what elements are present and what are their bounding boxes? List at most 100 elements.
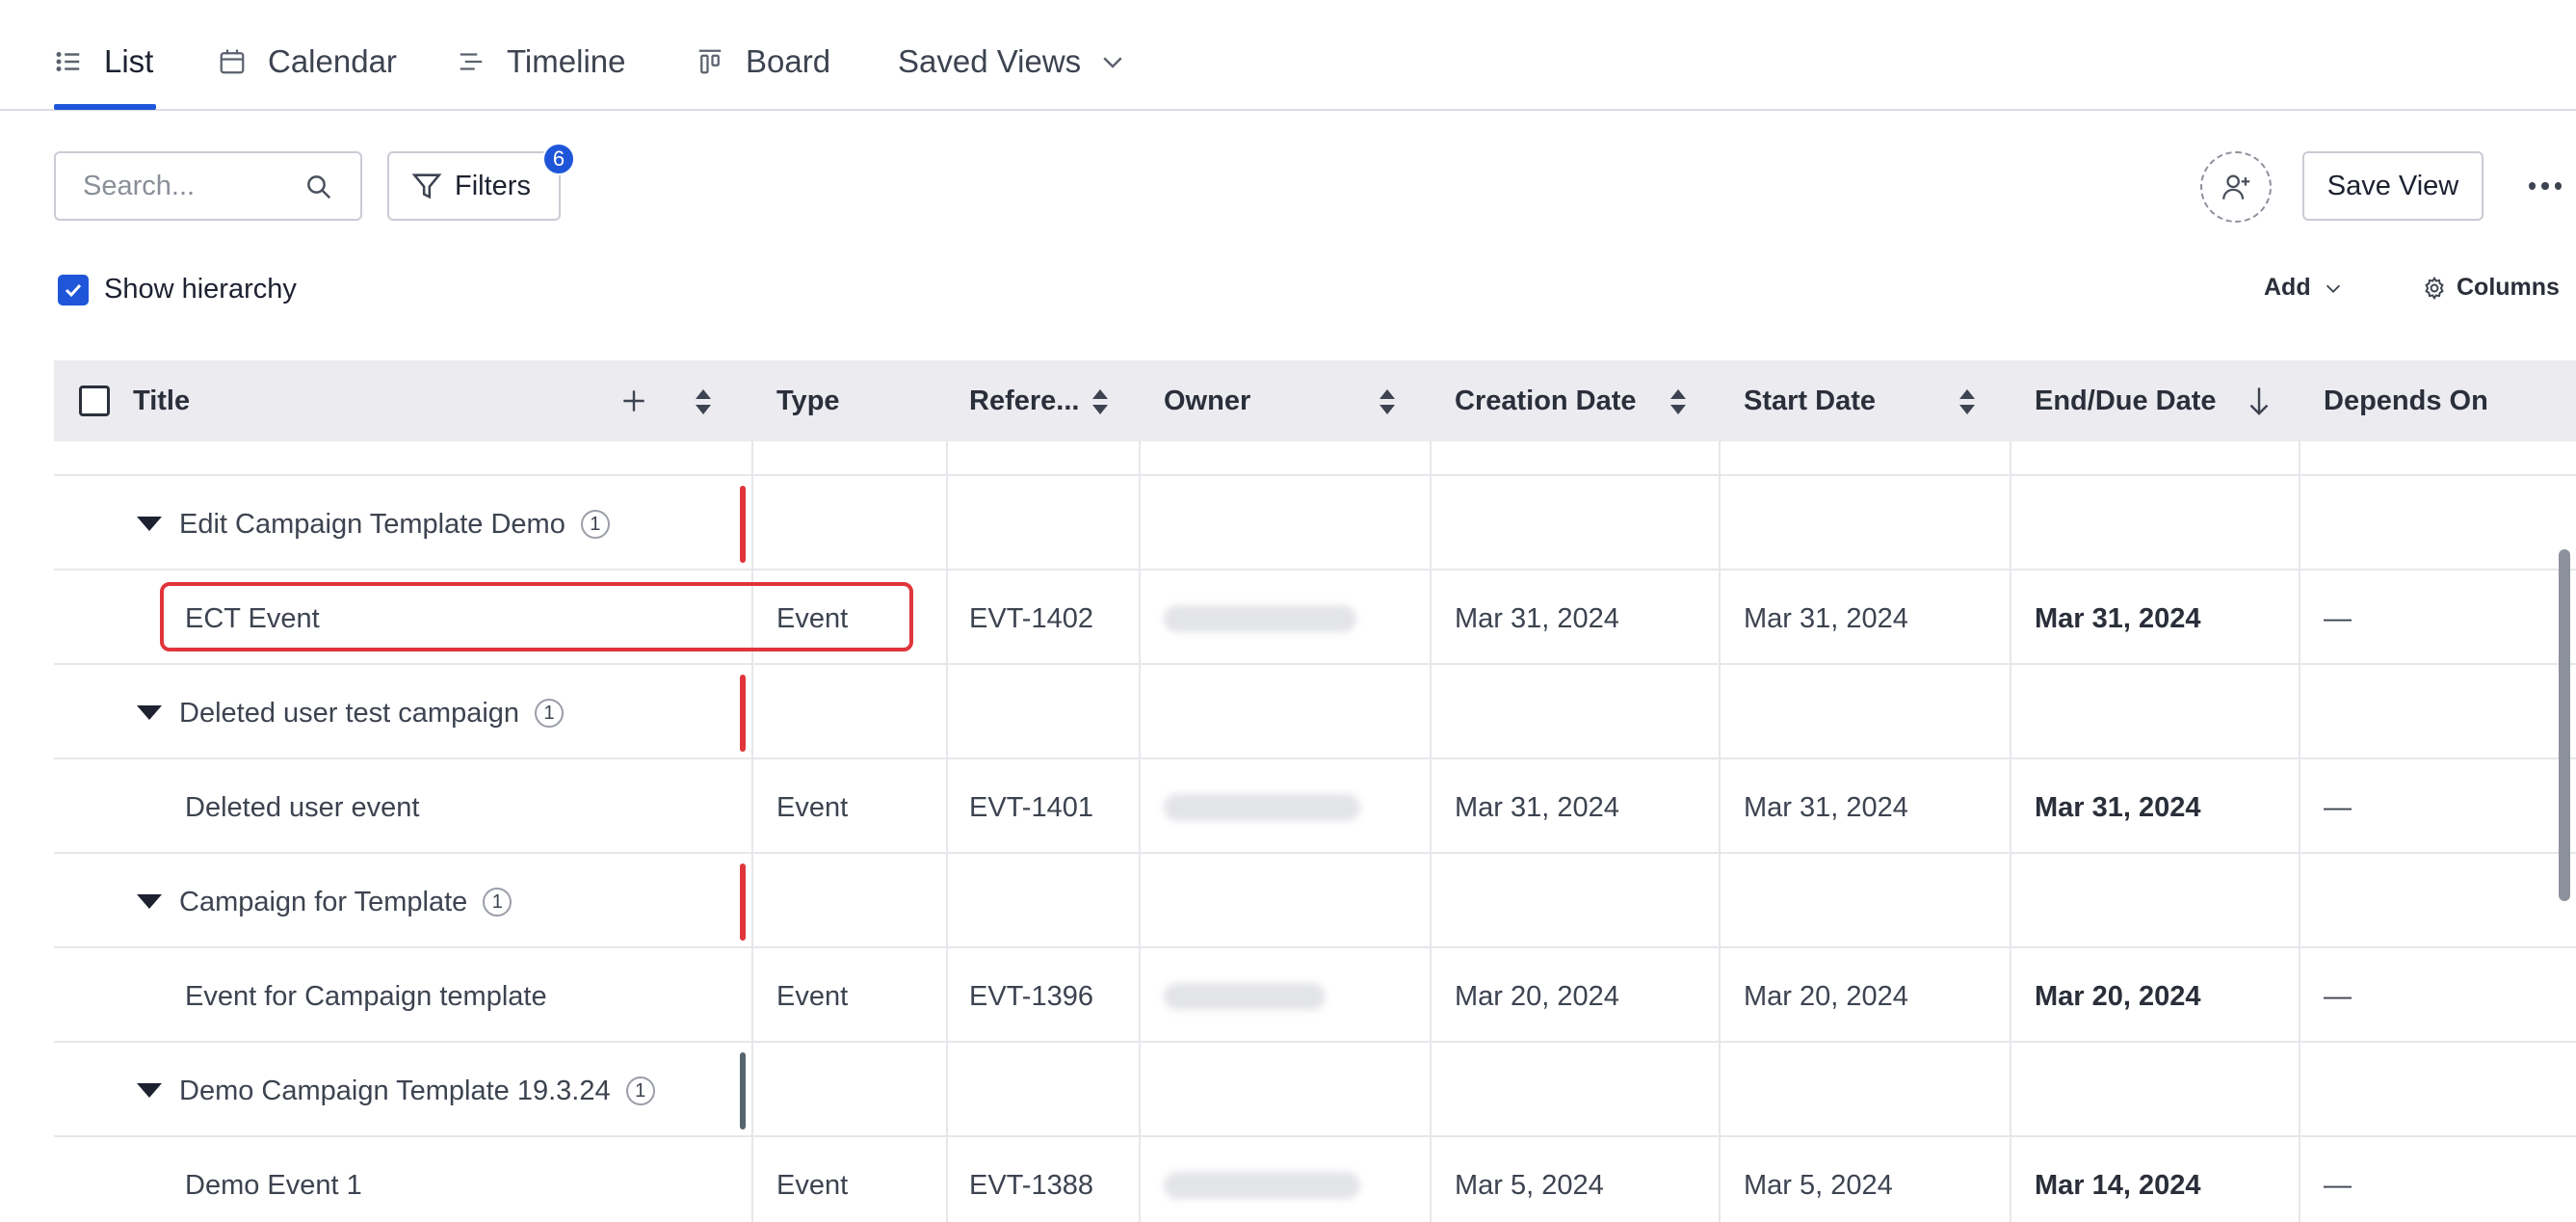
table-row[interactable]: Event for Campaign template Event EVT-13… (54, 950, 2576, 1043)
table-row[interactable]: Deleted user event Event EVT-1401 Mar 31… (54, 761, 2576, 854)
table-row-group[interactable]: Demo Campaign Template 19.3.24 1 (54, 1045, 2576, 1137)
item-type: Event (776, 791, 849, 823)
table-row-group[interactable]: Campaign for Template 1 (54, 856, 2576, 948)
columns-label: Columns (2457, 274, 2560, 301)
add-label: Add (2264, 274, 2311, 301)
status-color-bar (740, 863, 746, 941)
add-dropdown[interactable]: Add (2264, 274, 2344, 302)
item-title[interactable]: Deleted user event (185, 761, 419, 854)
tab-calendar-label: Calendar (268, 43, 397, 79)
timeline-icon (460, 53, 483, 70)
collapse-caret-icon[interactable] (137, 517, 162, 531)
item-type: Event (776, 1169, 849, 1201)
table-body: Edit Campaign Template Demo 1 ECT Event … (54, 441, 2576, 1222)
filters-button[interactable]: Filters (387, 151, 561, 221)
item-creation-date: Mar 31, 2024 (1455, 602, 1619, 634)
owner-avatar-blurred (1164, 1172, 1360, 1199)
collapse-caret-icon[interactable] (137, 705, 162, 720)
calendar-icon (220, 49, 245, 74)
tab-saved-views[interactable]: Saved Views (898, 37, 1127, 87)
add-user-button[interactable] (2200, 151, 2272, 223)
group-title: Campaign for Template 1 (179, 856, 513, 948)
item-creation-date: Mar 31, 2024 (1455, 791, 1619, 823)
gear-icon (2425, 276, 2444, 300)
item-type: Event (776, 602, 849, 634)
active-tab-indicator (54, 104, 156, 110)
table-row-group[interactable]: Edit Campaign Template Demo 1 (54, 478, 2576, 571)
item-depends-on: — (2324, 791, 2352, 823)
search-box (54, 151, 362, 221)
item-depends-on: — (2324, 980, 2352, 1012)
item-creation-date: Mar 20, 2024 (1455, 980, 1619, 1012)
more-options-icon[interactable] (2526, 172, 2564, 200)
item-end-date: Mar 31, 2024 (2035, 791, 2201, 823)
tab-timeline-label: Timeline (507, 43, 626, 79)
show-hierarchy-checkbox[interactable] (58, 275, 89, 306)
tab-timeline[interactable]: Timeline (457, 37, 625, 87)
tab-list-label: List (104, 43, 154, 79)
item-end-date: Mar 14, 2024 (2035, 1169, 2201, 1201)
vertical-scrollbar[interactable] (2559, 549, 2570, 901)
status-color-bar (740, 486, 746, 563)
table-row[interactable]: Demo Event 1 Event EVT-1388 Mar 5, 2024 … (54, 1139, 2576, 1222)
child-count-badge: 1 (625, 1076, 655, 1105)
collapse-caret-icon[interactable] (137, 1083, 162, 1098)
list-icon (56, 52, 80, 71)
show-hierarchy-label: Show hierarchy (104, 274, 297, 305)
checkmark-icon (65, 283, 82, 298)
child-count-badge: 1 (580, 510, 610, 539)
item-title[interactable]: ECT Event (185, 572, 320, 665)
item-owner (1164, 761, 1360, 854)
chevron-down-icon (1103, 57, 1122, 68)
items-table: Title Type Refere... Owner Creation Date… (54, 360, 2576, 1222)
table-row[interactable]: ECT Event Event EVT-1402 Mar 31, 2024 Ma… (54, 572, 2576, 665)
item-depends-on: — (2324, 602, 2352, 634)
filter-icon (411, 173, 442, 199)
item-owner (1164, 950, 1326, 1043)
owner-avatar-blurred (1164, 794, 1360, 821)
search-icon[interactable] (304, 173, 333, 201)
item-start-date: Mar 31, 2024 (1744, 791, 1908, 823)
add-user-icon (2222, 174, 2250, 199)
item-start-date: Mar 31, 2024 (1744, 602, 1908, 634)
item-reference[interactable]: EVT-1388 (969, 1139, 1093, 1222)
item-end-date: Mar 31, 2024 (2035, 602, 2201, 634)
tab-calendar[interactable]: Calendar (218, 37, 397, 87)
item-reference[interactable]: EVT-1401 (969, 761, 1093, 854)
table-row-group[interactable]: Deleted user test campaign 1 (54, 667, 2576, 759)
child-count-badge: 1 (483, 888, 513, 916)
item-start-date: Mar 5, 2024 (1744, 1169, 1893, 1201)
collapse-caret-icon[interactable] (137, 894, 162, 909)
group-title-text: Demo Campaign Template 19.3.24 (179, 1075, 611, 1106)
group-title: Demo Campaign Template 19.3.24 1 (179, 1045, 655, 1137)
item-reference[interactable]: EVT-1402 (969, 572, 1093, 665)
filters-count-badge: 6 (542, 143, 575, 175)
item-reference[interactable]: EVT-1396 (969, 950, 1093, 1043)
item-creation-date: Mar 5, 2024 (1455, 1169, 1604, 1201)
filters-label: Filters (455, 170, 531, 201)
tab-board-label: Board (746, 43, 831, 79)
chevron-down-icon (2326, 284, 2340, 293)
group-title-text: Edit Campaign Template Demo (179, 508, 565, 540)
item-title[interactable]: Demo Event 1 (185, 1139, 362, 1222)
item-type: Event (776, 980, 849, 1012)
status-color-bar (740, 675, 746, 752)
columns-button[interactable]: Columns (2422, 274, 2560, 302)
item-start-date: Mar 20, 2024 (1744, 980, 1908, 1012)
item-title[interactable]: Event for Campaign template (185, 950, 547, 1043)
group-title-text: Deleted user test campaign (179, 697, 520, 729)
save-view-button[interactable]: Save View (2302, 151, 2484, 221)
child-count-badge: 1 (535, 699, 565, 728)
item-owner (1164, 572, 1356, 665)
table-row[interactable] (54, 384, 2576, 476)
tab-saved-views-label: Saved Views (898, 43, 1082, 79)
view-tabs: List Calendar Timeline Board Saved Views (0, 0, 2576, 111)
item-owner (1164, 1139, 1360, 1222)
status-color-bar (740, 1052, 746, 1129)
owner-avatar-blurred (1164, 605, 1356, 632)
tab-board[interactable]: Board (696, 37, 830, 87)
tab-list[interactable]: List (54, 37, 153, 87)
group-title-text: Campaign for Template (179, 886, 468, 917)
group-title: Edit Campaign Template Demo 1 (179, 478, 610, 571)
search-input[interactable] (83, 153, 314, 219)
